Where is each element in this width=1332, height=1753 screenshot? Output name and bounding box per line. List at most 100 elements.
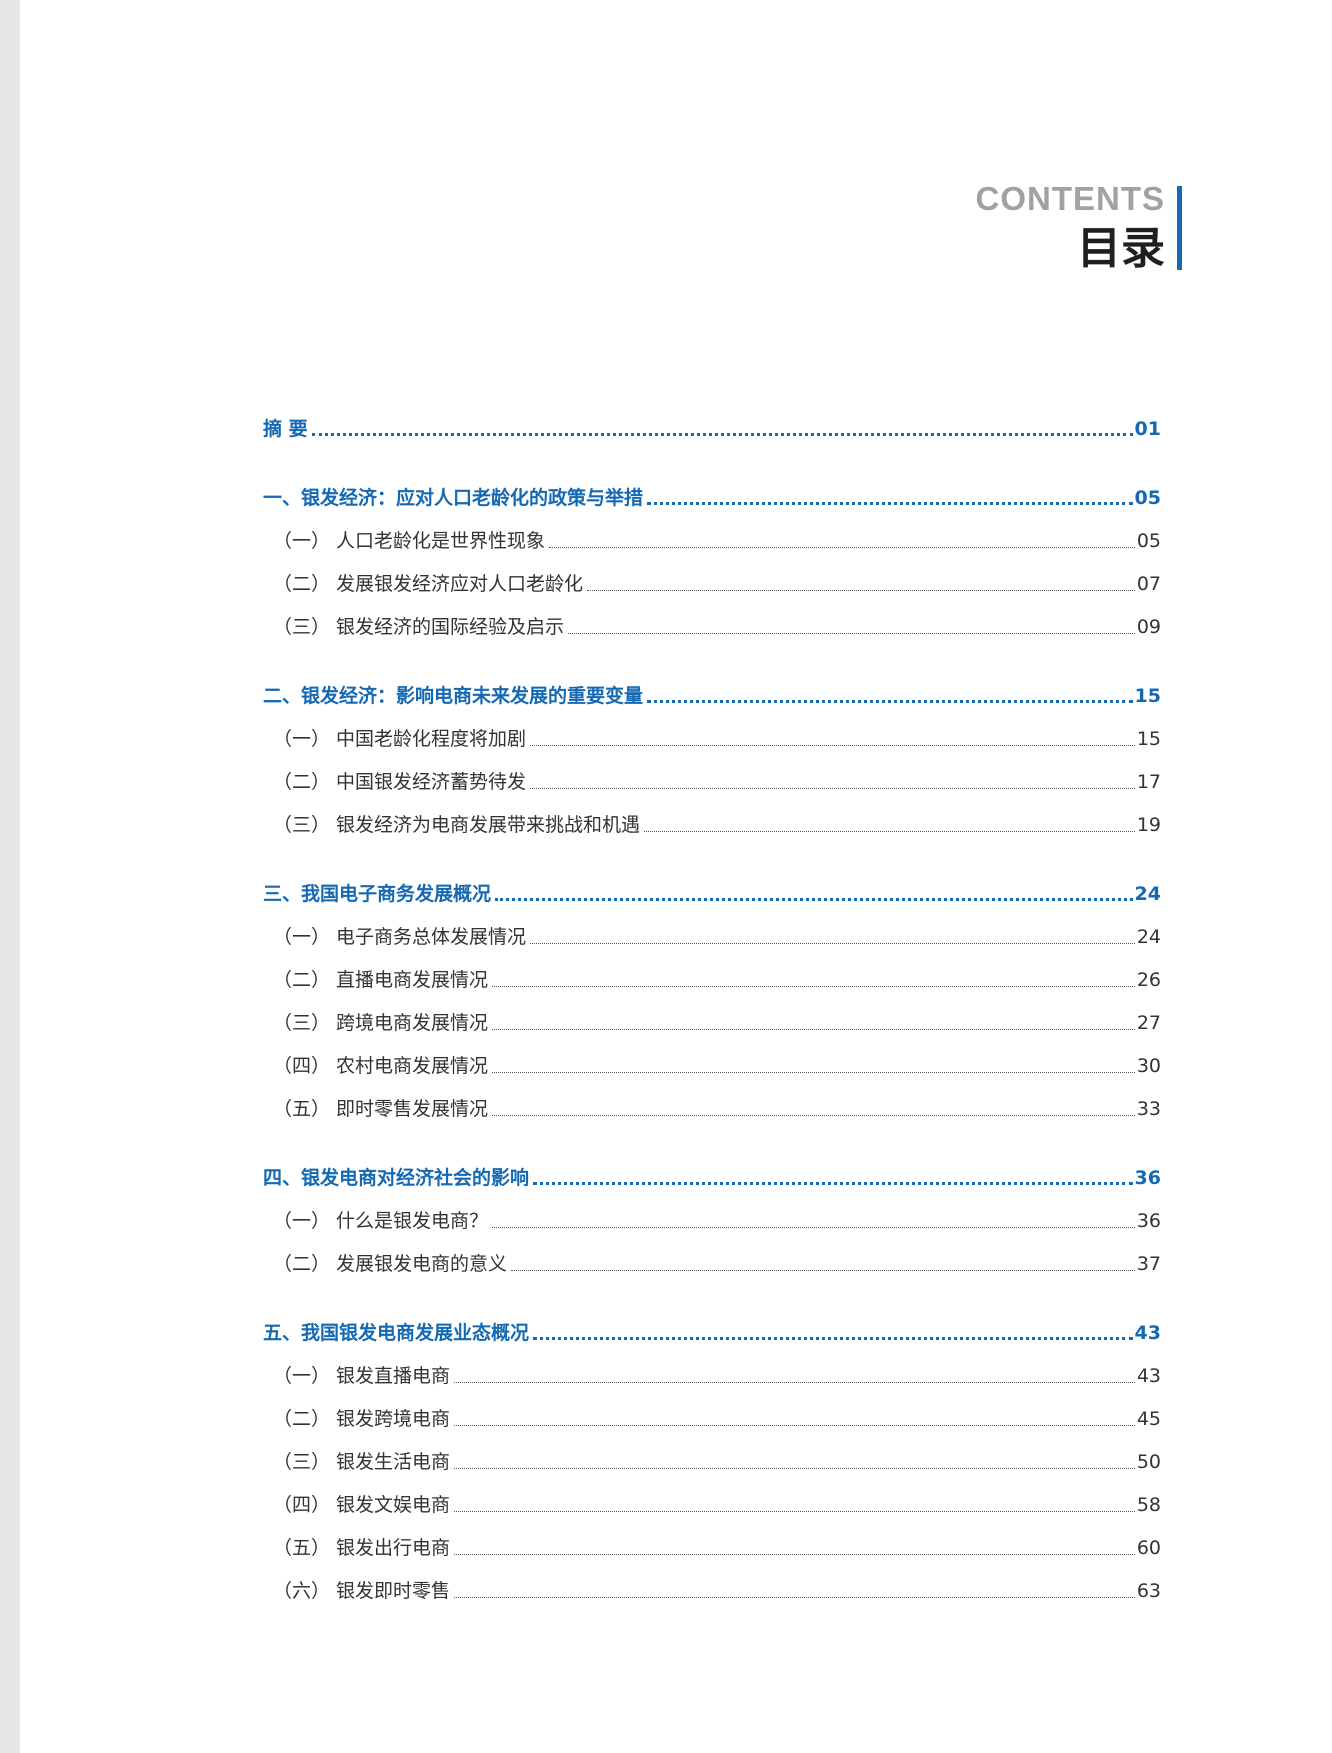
toc-page-number: 07: [1136, 573, 1161, 595]
toc-page-number: 17: [1136, 771, 1161, 793]
toc-subentry-label: 农村电商发展情况: [336, 1055, 489, 1077]
toc-subentry[interactable]: （五） 银发出行电商 60: [263, 1533, 1161, 1560]
toc-subentry-number: （五）: [273, 1098, 331, 1120]
toc-leader-dots: [549, 547, 1135, 548]
toc-subentry-label: 银发经济的国际经验及启示: [336, 616, 565, 638]
toc-leader-dots: [492, 1029, 1135, 1030]
toc-chapter-2[interactable]: 二、银发经济：影响电商未来发展的重要变量 15: [263, 681, 1161, 708]
toc-chapter-3[interactable]: 三、我国电子商务发展概况 24: [263, 879, 1161, 906]
toc-subentry-number: （四）: [273, 1494, 331, 1516]
toc-subentry-number: （三）: [273, 814, 331, 836]
toc-page-number: 01: [1134, 418, 1161, 440]
toc-subentry-label: 什么是银发电商？: [336, 1210, 489, 1232]
toc-subentry-label: 中国老龄化程度将加剧: [336, 728, 527, 750]
toc-leader-dots: [454, 1554, 1135, 1555]
toc-subentry[interactable]: （一） 电子商务总体发展情况 24: [263, 922, 1161, 949]
toc-subentry-number: （六）: [273, 1580, 331, 1602]
contents-header: CONTENTS 目录: [975, 180, 1182, 276]
toc-subentry-label: 银发经济为电商发展带来挑战和机遇: [336, 814, 641, 836]
toc-subentry[interactable]: （六） 银发即时零售 63: [263, 1576, 1161, 1603]
toc-leader-dots: [530, 943, 1135, 944]
toc-page-number: 30: [1136, 1055, 1161, 1077]
toc-leader-dots: [454, 1382, 1135, 1383]
toc-entry-label: 一、银发经济：应对人口老龄化的政策与举措: [263, 487, 644, 509]
toc-subentry[interactable]: （四） 农村电商发展情况 30: [263, 1051, 1161, 1078]
toc-subentry[interactable]: （五） 即时零售发展情况 33: [263, 1094, 1161, 1121]
toc-leader-dots: [492, 1115, 1135, 1116]
toc-subentry-number: （二）: [273, 1253, 331, 1275]
toc-page-number: 24: [1136, 926, 1161, 948]
toc-entry-abstract[interactable]: 摘 要 01: [263, 414, 1161, 441]
toc-subentry-label: 发展银发经济应对人口老龄化: [336, 573, 584, 595]
toc-page-number: 36: [1136, 1210, 1161, 1232]
toc-subentry[interactable]: （二） 银发跨境电商 45: [263, 1404, 1161, 1431]
toc-leader-dots: [311, 433, 1133, 436]
toc-page-number: 36: [1134, 1167, 1161, 1189]
toc-subentry-number: （一）: [273, 530, 331, 552]
toc-leader-dots: [454, 1425, 1135, 1426]
toc-subentry[interactable]: （二） 发展银发电商的意义 37: [263, 1249, 1161, 1276]
toc-page-number: 05: [1136, 530, 1161, 552]
toc-subentry[interactable]: （三） 银发生活电商 50: [263, 1447, 1161, 1474]
toc-subentry-label: 电子商务总体发展情况: [336, 926, 527, 948]
toc-entry-label: 二、银发经济：影响电商未来发展的重要变量: [263, 685, 644, 707]
toc-subentry[interactable]: （一） 人口老龄化是世界性现象 05: [263, 526, 1161, 553]
toc-page-number: 24: [1134, 883, 1161, 905]
toc-subentry-label: 银发即时零售: [336, 1580, 451, 1602]
toc-subentry-label: 银发文娱电商: [336, 1494, 451, 1516]
toc-leader-dots: [533, 1337, 1133, 1340]
toc-leader-dots: [454, 1597, 1135, 1598]
toc-page-number: 58: [1136, 1494, 1161, 1516]
toc-leader-dots: [644, 831, 1135, 832]
toc-subentry-number: （一）: [273, 926, 331, 948]
toc-subentry[interactable]: （二） 直播电商发展情况 26: [263, 965, 1161, 992]
toc-subentry-number: （一）: [273, 728, 331, 750]
toc-leader-dots: [492, 1072, 1135, 1073]
toc-chapter-4[interactable]: 四、银发电商对经济社会的影响 36: [263, 1163, 1161, 1190]
toc-subentry[interactable]: （一） 什么是银发电商？ 36: [263, 1206, 1161, 1233]
toc-subentry[interactable]: （三） 银发经济的国际经验及启示 09: [263, 612, 1161, 639]
toc-subentry[interactable]: （二） 中国银发经济蓄势待发 17: [263, 767, 1161, 794]
toc-chapter-5[interactable]: 五、我国银发电商发展业态概况 43: [263, 1318, 1161, 1345]
toc-page-number: 15: [1134, 685, 1161, 707]
toc-entry-label: 三、我国电子商务发展概况: [263, 883, 492, 905]
toc-subentry-number: （一）: [273, 1365, 331, 1387]
toc-subentry-label: 中国银发经济蓄势待发: [336, 771, 527, 793]
toc-page-number: 37: [1136, 1253, 1161, 1275]
toc-subentry[interactable]: （一） 中国老龄化程度将加剧 15: [263, 724, 1161, 751]
toc-page-number: 63: [1136, 1580, 1161, 1602]
toc-page-number: 19: [1136, 814, 1161, 836]
toc-page-number: 05: [1134, 487, 1161, 509]
toc-leader-dots: [454, 1468, 1135, 1469]
toc-subentry-number: （二）: [273, 573, 331, 595]
toc-subentry[interactable]: （二） 发展银发经济应对人口老龄化 07: [263, 569, 1161, 596]
toc-page-number: 43: [1136, 1365, 1161, 1387]
toc-leader-dots: [511, 1270, 1135, 1271]
toc-entry-label: 四、银发电商对经济社会的影响: [263, 1167, 530, 1189]
toc-subentry-label: 跨境电商发展情况: [336, 1012, 489, 1034]
toc-leader-dots: [587, 590, 1135, 591]
toc-chapter-1[interactable]: 一、银发经济：应对人口老龄化的政策与举措 05: [263, 483, 1161, 510]
contents-title-cn: 目录: [1077, 223, 1165, 274]
toc-subentry[interactable]: （四） 银发文娱电商 58: [263, 1490, 1161, 1517]
toc-subentry-number: （三）: [273, 1451, 331, 1473]
toc-subentry-label: 即时零售发展情况: [336, 1098, 489, 1120]
toc-subentry-number: （二）: [273, 771, 331, 793]
toc-leader-dots: [454, 1511, 1135, 1512]
toc-page-number: 33: [1136, 1098, 1161, 1120]
toc-subentry-number: （三）: [273, 616, 331, 638]
toc-subentry-number: （二）: [273, 1408, 331, 1430]
toc-page-number: 45: [1136, 1408, 1161, 1430]
toc-leader-dots: [530, 745, 1135, 746]
header-accent-bar: [1177, 186, 1182, 270]
toc-subentry-number: （一）: [273, 1210, 331, 1232]
page-edge-strip: [0, 0, 20, 1753]
toc-subentry-label: 银发直播电商: [336, 1365, 451, 1387]
toc-leader-dots: [530, 788, 1135, 789]
toc-subentry[interactable]: （三） 跨境电商发展情况 27: [263, 1008, 1161, 1035]
toc-subentry[interactable]: （一） 银发直播电商 43: [263, 1361, 1161, 1388]
toc-page-number: 50: [1136, 1451, 1161, 1473]
toc-subentry-number: （五）: [273, 1537, 331, 1559]
contents-title-en: CONTENTS: [975, 180, 1165, 217]
toc-subentry[interactable]: （三） 银发经济为电商发展带来挑战和机遇 19: [263, 810, 1161, 837]
